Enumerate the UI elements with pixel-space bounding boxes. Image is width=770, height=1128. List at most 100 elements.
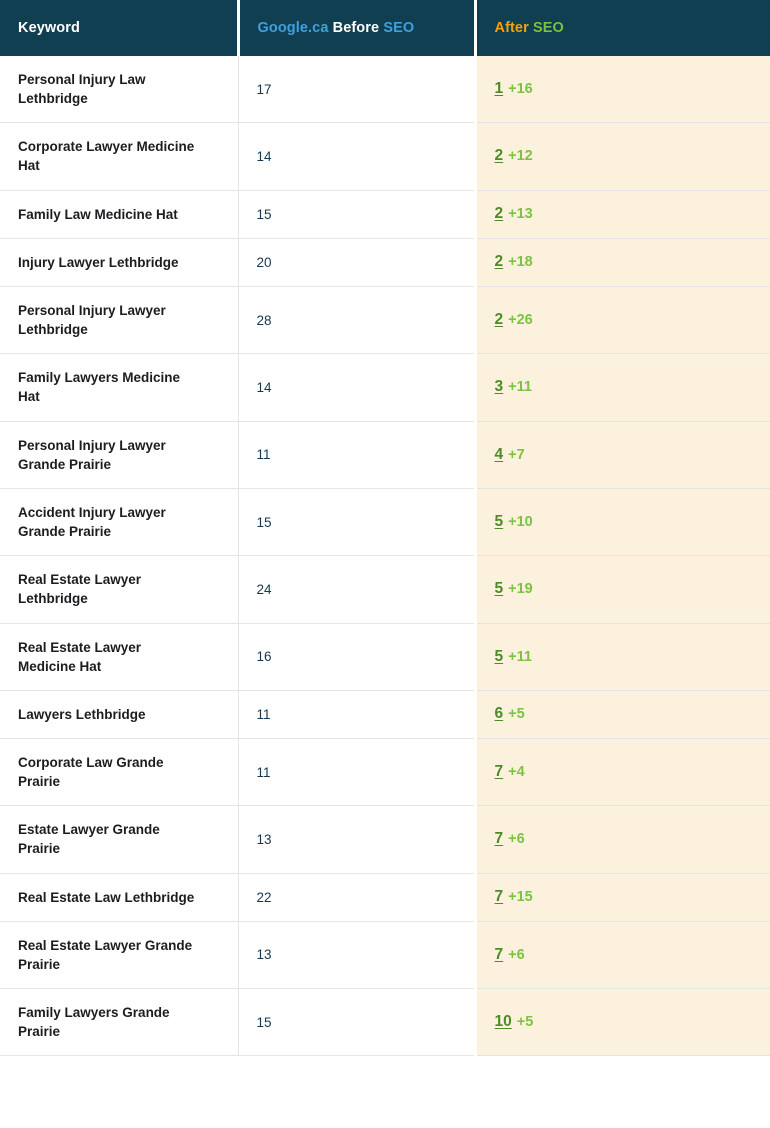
cell-rank-before: 17 [238, 56, 477, 124]
rank-after-value: 5 [494, 580, 504, 598]
cell-rank-before: 15 [238, 988, 477, 1057]
table-row: Personal Injury Lawyer Lethbridge 28 2 +26 [0, 286, 770, 355]
cell-keyword: Family Lawyers Grande Prairie [0, 988, 239, 1057]
cell-keyword: Real Estate Law Lethbridge [0, 873, 239, 922]
cell-keyword: Family Lawyers Medicine Hat [0, 353, 239, 422]
cell-rank-after: 3 +11 [475, 353, 770, 422]
table-row: Corporate Lawyer Medicine Hat 14 2 +12 [0, 122, 770, 191]
table-row: Real Estate Lawyer Lethbridge 24 5 +19 [0, 555, 770, 624]
cell-keyword: Estate Lawyer Grande Prairie [0, 805, 239, 874]
cell-rank-after: 7 +6 [475, 921, 770, 990]
cell-rank-before: 11 [238, 690, 477, 739]
table-row: Real Estate Lawyer Grande Prairie 13 7 +6 [0, 921, 770, 990]
column-header-keyword: Keyword [0, 0, 238, 56]
column-header-keyword-label: Keyword [18, 20, 80, 36]
rank-delta-value: +7 [508, 446, 525, 463]
table-row: Corporate Law Grande Prairie 11 7 +4 [0, 738, 770, 807]
seo-ranking-table: Keyword Google.ca Before SEO After SEO P… [0, 0, 770, 1057]
cell-rank-after: 7 +4 [475, 738, 770, 807]
cell-rank-after: 5 +11 [475, 623, 770, 691]
table-row: Accident Injury Lawyer Grande Prairie 15 5… [0, 488, 770, 557]
cell-keyword: Personal Injury Law Lethbridge [0, 56, 239, 124]
cell-keyword: Injury Lawyer Lethbridge [0, 238, 239, 287]
rank-delta-value: +5 [508, 706, 525, 723]
rank-delta-value: +18 [508, 254, 533, 271]
rank-after-value: 2 [494, 205, 504, 223]
cell-keyword: Accident Injury Lawyer Grande Prairie [0, 488, 239, 557]
rank-delta-value: +6 [508, 831, 525, 848]
cell-rank-after: 2 +18 [475, 238, 770, 287]
rank-after-value: 4 [494, 445, 504, 463]
rank-after-value: 7 [494, 830, 504, 848]
rank-delta-value: +5 [516, 1014, 534, 1031]
table-row: Real Estate Lawyer Medicine Hat 16 5 +11 [0, 623, 770, 691]
table-row: Injury Lawyer Lethbridge 20 2 +18 [0, 238, 770, 287]
rank-after-value: 7 [494, 888, 504, 906]
rank-delta-value: +11 [508, 648, 532, 665]
cell-rank-after: 2 +26 [475, 286, 770, 355]
rank-after-value: 2 [494, 253, 504, 271]
cell-rank-after: 7 +6 [475, 805, 770, 874]
rank-delta-value: +26 [508, 312, 533, 329]
rank-delta-value: +10 [508, 514, 533, 531]
rank-after-value: 2 [494, 147, 504, 165]
cell-keyword: Corporate Lawyer Medicine Hat [0, 122, 239, 191]
table-row: Family Law Medicine Hat 15 2 +13 [0, 190, 770, 239]
table-body: Personal Injury Law Lethbridge 17 1 +16 Corp… [0, 56, 770, 1057]
column-header-before-seo-label: SEO [383, 20, 415, 36]
cell-rank-after: 7 +15 [475, 873, 770, 922]
rank-delta-value: +16 [508, 81, 533, 98]
cell-rank-before: 15 [238, 190, 477, 239]
cell-rank-after: 1 +16 [475, 56, 770, 124]
cell-rank-after: 6 +5 [475, 690, 770, 739]
rank-delta-value: +11 [508, 379, 532, 396]
cell-rank-after: 10 +5 [475, 988, 770, 1057]
table-row: Personal Injury Lawyer Grande Prairie 11 4… [0, 421, 770, 489]
cell-keyword: Corporate Law Grande Prairie [0, 738, 239, 807]
rank-delta-value: +4 [508, 764, 525, 781]
column-header-after-seo: After SEO [473, 0, 770, 56]
table-row: Estate Lawyer Grande Prairie 13 7 +6 [0, 805, 770, 874]
cell-rank-after: 5 +10 [475, 488, 770, 557]
cell-rank-before: 28 [238, 286, 477, 355]
cell-rank-before: 22 [238, 873, 477, 922]
table-header-row: Keyword Google.ca Before SEO After SEO [0, 0, 770, 56]
cell-rank-after: 4 +7 [475, 421, 770, 489]
rank-after-value: 7 [494, 945, 504, 963]
cell-rank-before: 15 [238, 488, 477, 557]
cell-keyword: Real Estate Lawyer Medicine Hat [0, 623, 239, 691]
cell-keyword: Lawyers Lethbridge [0, 690, 239, 739]
table-row: Family Lawyers Medicine Hat 14 3 +11 [0, 353, 770, 422]
table-row: Personal Injury Law Lethbridge 17 1 +16 [0, 56, 770, 124]
cell-rank-before: 24 [238, 555, 477, 624]
cell-rank-before: 13 [238, 921, 477, 990]
cell-keyword: Real Estate Lawyer Grande Prairie [0, 921, 239, 990]
cell-rank-before: 16 [238, 623, 477, 691]
column-header-before-seo: Google.ca Before SEO [236, 0, 475, 56]
column-header-before-label: Before [332, 20, 380, 36]
cell-rank-after: 2 +12 [475, 122, 770, 191]
cell-rank-before: 14 [238, 122, 477, 191]
rank-after-value: 6 [494, 705, 504, 723]
table-header: Keyword Google.ca Before SEO After SEO [0, 0, 770, 56]
cell-keyword: Personal Injury Lawyer Grande Prairie [0, 421, 239, 489]
rank-delta-value: +13 [508, 206, 533, 223]
cell-rank-before: 11 [238, 421, 477, 489]
cell-rank-before: 11 [238, 738, 477, 807]
table-row: Family Lawyers Grande Prairie 15 10 +5 [0, 988, 770, 1057]
table-row: Real Estate Law Lethbridge 22 7 +15 [0, 873, 770, 922]
rank-delta-value: +15 [508, 889, 533, 906]
rank-after-value: 7 [494, 763, 504, 781]
column-header-google-label: Google.ca [257, 20, 329, 36]
rank-delta-value: +6 [508, 946, 525, 963]
rank-after-value: 5 [494, 647, 504, 665]
column-header-after-label: After [494, 20, 529, 36]
cell-rank-after: 5 +19 [475, 555, 770, 624]
rank-delta-value: +12 [508, 148, 533, 165]
cell-keyword: Family Law Medicine Hat [0, 190, 239, 239]
rank-after-value: 3 [494, 378, 504, 396]
cell-rank-after: 2 +13 [475, 190, 770, 239]
cell-keyword: Real Estate Lawyer Lethbridge [0, 555, 239, 624]
cell-rank-before: 20 [238, 238, 477, 287]
cell-rank-before: 14 [238, 353, 477, 422]
